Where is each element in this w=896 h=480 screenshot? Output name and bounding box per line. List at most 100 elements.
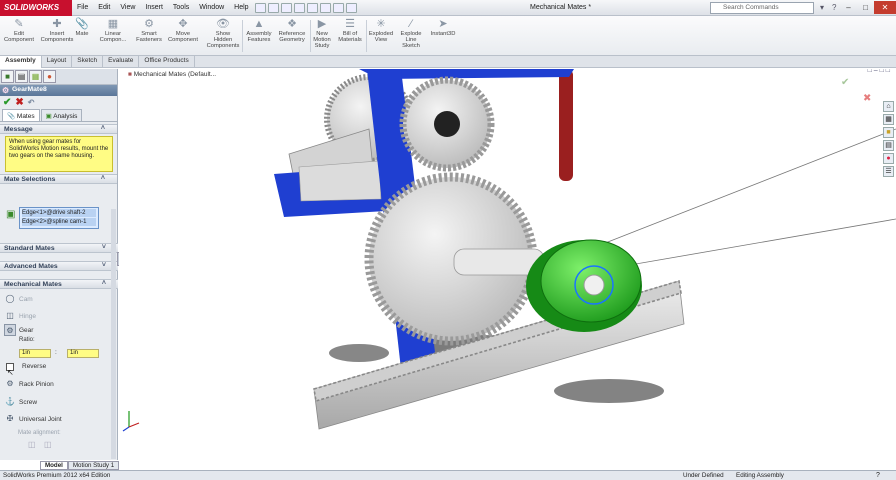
- solidworks-window: SOLIDWORKS File Edit View Insert Tools W…: [0, 0, 896, 480]
- chevron-up-icon[interactable]: ˄: [102, 280, 106, 287]
- selection-item[interactable]: Edge<1>@drive shaft-2: [22, 209, 96, 217]
- show-icon: 👁: [216, 18, 230, 30]
- maximize-button[interactable]: □: [857, 1, 874, 14]
- mate-selection-list[interactable]: Edge<1>@drive shaft-2 Edge<2>@spline cam…: [19, 207, 99, 229]
- chevron-down-icon[interactable]: ˅: [102, 244, 106, 251]
- undo-icon[interactable]: [306, 2, 318, 13]
- property-manager-icon[interactable]: ▤: [15, 70, 28, 83]
- smart-fasteners-label: Smart Fasteners: [136, 31, 162, 43]
- tab-motion-study-1[interactable]: Motion Study 1: [67, 461, 120, 470]
- hinge-mate-option[interactable]: ◫ Hinge: [4, 310, 36, 322]
- standard-header: Standard Mates: [4, 245, 55, 252]
- standard-mates-header[interactable]: Standard Mates ˅: [0, 243, 118, 253]
- menu-file[interactable]: File: [72, 4, 93, 11]
- cancel-x-icon[interactable]: ✖: [15, 97, 23, 108]
- instant3d-button[interactable]: ➤ Instant3D: [424, 18, 462, 37]
- edit-component-button[interactable]: ✎ Edit Component: [0, 18, 38, 43]
- tab-model[interactable]: Model: [40, 461, 68, 470]
- select-icon[interactable]: [319, 2, 331, 13]
- screw-mate-option[interactable]: ⚓ Screw: [4, 396, 37, 408]
- rack-pinion-mate-option[interactable]: ⚙ Rack Pinion: [4, 378, 53, 390]
- mate-tabs: 📎 Mates ▣ Analysis: [0, 109, 117, 122]
- graphics-viewport[interactable]: ■ Mechanical Mates (Default... ✔ ✖ □ – □…: [119, 69, 896, 460]
- menu-tools[interactable]: Tools: [168, 4, 194, 11]
- print-icon[interactable]: [293, 2, 305, 13]
- advanced-mates-header[interactable]: Advanced Mates ˅: [0, 261, 118, 271]
- close-button[interactable]: ✕: [874, 1, 896, 14]
- display-manager-icon[interactable]: ●: [43, 70, 56, 83]
- universal-joint-label: Universal Joint: [19, 415, 62, 423]
- mechanical-mates-header[interactable]: Mechanical Mates ˄: [0, 279, 118, 289]
- linear-pattern-label: Linear Compon...: [99, 31, 127, 43]
- align-icon[interactable]: ◫: [28, 440, 36, 449]
- action-row: ✔ ✖ ↶: [0, 96, 117, 109]
- chevron-down-icon[interactable]: ˅: [102, 262, 106, 269]
- smart-fasteners-button[interactable]: ⚙ Smart Fasteners: [130, 18, 168, 43]
- explode-icon: ✳: [376, 18, 386, 30]
- help-icon[interactable]: ?: [832, 3, 836, 12]
- panel-scrollbar[interactable]: [111, 209, 116, 459]
- tab-office-products[interactable]: Office Products: [139, 56, 195, 68]
- explorer-icon[interactable]: ▤: [883, 140, 894, 151]
- new-document-icon[interactable]: [254, 2, 266, 13]
- tab-analysis[interactable]: ▣ Analysis: [40, 109, 83, 121]
- tab-sketch[interactable]: Sketch: [72, 56, 104, 68]
- exploded-view-label: Exploded View: [368, 31, 394, 43]
- menu-insert[interactable]: Insert: [140, 4, 168, 11]
- ok-check-icon[interactable]: ✔: [3, 97, 11, 108]
- line-icon: ∕: [410, 18, 412, 30]
- universal-joint-mate-option[interactable]: ✠ Universal Joint: [4, 413, 62, 425]
- mate-alignment-label: Mate alignment:: [18, 430, 61, 436]
- editing-mode-status: Editing Assembly: [736, 472, 784, 479]
- open-icon[interactable]: [267, 2, 279, 13]
- menu-edit[interactable]: Edit: [93, 4, 115, 11]
- configuration-icon[interactable]: ▦: [29, 70, 42, 83]
- menu-window[interactable]: Window: [194, 4, 229, 11]
- selection-icon: ▣: [6, 209, 16, 220]
- minimize-button[interactable]: –: [840, 1, 857, 14]
- confirm-corner-check-icon[interactable]: ✔: [841, 77, 849, 88]
- command-manager: ✎ Edit Component ✚ Insert Components 📎 Mate…: [0, 16, 896, 56]
- options-icon[interactable]: [345, 2, 357, 13]
- menu-view[interactable]: View: [115, 4, 140, 11]
- confirm-corner-close-icon[interactable]: ✖: [863, 93, 871, 104]
- cam-mate-option[interactable]: ◯ Cam: [4, 293, 33, 305]
- appearances-icon[interactable]: ●: [883, 153, 894, 164]
- linear-pattern-button[interactable]: ▦ Linear Compon...: [94, 18, 132, 43]
- viewport-window-controls-icon[interactable]: □ – □ □: [868, 69, 890, 74]
- ratio-input-b[interactable]: 1in: [67, 349, 99, 358]
- resources-icon[interactable]: ▦: [883, 114, 894, 125]
- custom-properties-icon[interactable]: ☰: [883, 166, 894, 177]
- tab-assembly[interactable]: Assembly: [0, 56, 42, 68]
- message-section-header[interactable]: Message ˄: [0, 124, 117, 134]
- move-component-button[interactable]: ✥ Move Component: [164, 18, 202, 43]
- selection-item[interactable]: Edge<2>@spline cam-1: [22, 218, 96, 226]
- rebuild-icon[interactable]: [332, 2, 344, 13]
- tab-layout[interactable]: Layout: [42, 56, 73, 68]
- help-status-icon[interactable]: ?: [876, 472, 880, 479]
- chevron-up-icon[interactable]: ˄: [101, 125, 105, 132]
- universal-joint-icon: ✠: [6, 414, 14, 423]
- mate-title-bar: ⚙ GearMate8: [0, 85, 117, 96]
- rack-pinion-icon: ⚙: [6, 379, 14, 388]
- undo-mate-icon[interactable]: ↶: [28, 98, 35, 107]
- search-dropdown-icon[interactable]: ▾: [820, 3, 824, 12]
- menu-help[interactable]: Help: [229, 4, 253, 11]
- tab-mates[interactable]: 📎 Mates: [2, 109, 40, 121]
- show-hidden-components-button[interactable]: 👁 Show Hidden Components: [204, 18, 242, 49]
- assembly-icon: ■: [128, 71, 132, 78]
- mate-selections-header[interactable]: Mate Selections ˄: [0, 174, 117, 184]
- mate-icon: 📎: [75, 18, 89, 30]
- chevron-up-icon[interactable]: ˄: [101, 175, 105, 182]
- ratio-input-a[interactable]: 1in: [19, 349, 51, 358]
- save-icon[interactable]: [280, 2, 292, 13]
- mate-button[interactable]: 📎 Mate: [68, 18, 96, 37]
- home-icon[interactable]: ⌂: [883, 101, 894, 112]
- anti-align-icon[interactable]: ◫: [44, 440, 52, 449]
- gear-mate-option[interactable]: ⚙ Gear: [4, 324, 33, 336]
- feature-tree-icon[interactable]: ■: [1, 70, 14, 83]
- feature-tree-flyout[interactable]: ■ Mechanical Mates (Default...: [128, 71, 216, 78]
- folder-icon[interactable]: ■: [883, 127, 894, 138]
- tab-evaluate[interactable]: Evaluate: [103, 56, 140, 68]
- search-commands-input[interactable]: Search Commands: [710, 2, 814, 14]
